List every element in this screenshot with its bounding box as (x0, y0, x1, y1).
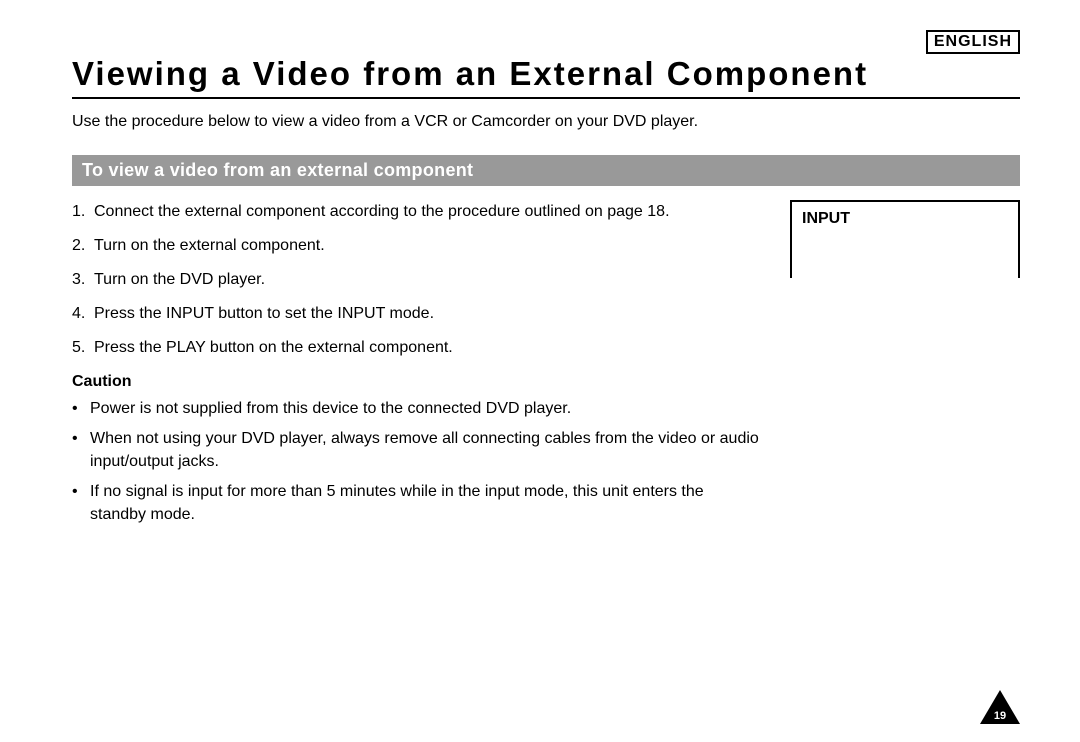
content-row: 1. Connect the external component accord… (72, 200, 1020, 526)
step-text: Turn on the external component. (94, 234, 325, 258)
step-item: 2. Turn on the external component. (72, 234, 762, 258)
caution-item: • Power is not supplied from this device… (72, 398, 762, 420)
step-number: 2. (72, 234, 94, 258)
step-item: 3. Turn on the DVD player. (72, 268, 762, 292)
step-number: 1. (72, 200, 94, 224)
step-text: Turn on the DVD player. (94, 268, 265, 292)
steps-list: 1. Connect the external component accord… (72, 200, 762, 526)
page-title: Viewing a Video from an External Compone… (72, 55, 1020, 99)
step-number: 5. (72, 336, 94, 360)
intro-text: Use the procedure below to view a video … (72, 113, 1020, 131)
step-text: Press the PLAY button on the external co… (94, 336, 453, 360)
caution-list: • Power is not supplied from this device… (72, 398, 762, 526)
caution-item: • If no signal is input for more than 5 … (72, 481, 762, 526)
page-number-marker: 19 (980, 690, 1020, 724)
caution-text: When not using your DVD player, always r… (90, 428, 762, 473)
step-number: 3. (72, 268, 94, 292)
step-text: Connect the external component according… (94, 200, 670, 224)
caution-heading: Caution (72, 370, 762, 394)
caution-text: Power is not supplied from this device t… (90, 398, 571, 420)
section-heading-bar: To view a video from an external compone… (72, 155, 1020, 186)
caution-item: • When not using your DVD player, always… (72, 428, 762, 473)
input-callout-box: INPUT (790, 200, 1020, 278)
bullet-icon: • (72, 398, 90, 420)
step-number: 4. (72, 302, 94, 326)
page-number: 19 (980, 710, 1020, 722)
manual-page: ENGLISH Viewing a Video from an External… (0, 0, 1080, 742)
step-item: 4. Press the INPUT button to set the INP… (72, 302, 762, 326)
step-item: 1. Connect the external component accord… (72, 200, 762, 224)
step-text: Press the INPUT button to set the INPUT … (94, 302, 434, 326)
bullet-icon: • (72, 428, 90, 473)
bullet-icon: • (72, 481, 90, 526)
caution-text: If no signal is input for more than 5 mi… (90, 481, 762, 526)
step-item: 5. Press the PLAY button on the external… (72, 336, 762, 360)
input-callout-label: INPUT (790, 200, 1020, 278)
language-badge: ENGLISH (926, 30, 1020, 54)
